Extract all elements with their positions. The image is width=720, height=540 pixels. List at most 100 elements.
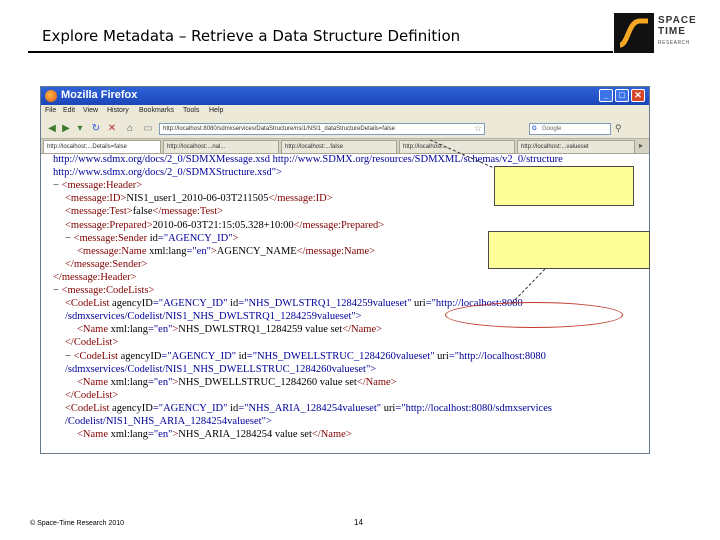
browser-titlebar[interactable]: Mozilla Firefox _ □ ✕	[41, 87, 649, 105]
xml-line: </message:Sender>	[65, 259, 147, 271]
close-button[interactable]: ✕	[631, 89, 645, 102]
xml-token: >	[232, 232, 239, 244]
footer-copyright: © Space-Time Research 2010	[30, 520, 124, 527]
reload-icon[interactable]: ↻	[89, 122, 103, 136]
xml-line: /sdmxservices/Codelist/NIS1_NHS_DWLSTRQ1…	[65, 311, 362, 323]
xml-token: http://www.sdmx.org/docs/2_0/SDMXStructu…	[53, 167, 282, 179]
xml-token: ="AGENCY_ID"	[157, 232, 233, 244]
xml-line: </CodeList>	[65, 390, 118, 402]
xml-token: <Name	[77, 429, 111, 441]
xml-token: </Name>	[311, 429, 352, 441]
logo-mark-icon	[614, 13, 654, 53]
xml-token: <CodeList	[65, 298, 113, 310]
xml-token: <message:Test>	[65, 206, 133, 218]
search-icon[interactable]: ⚲	[615, 123, 622, 134]
xml-line: <message:Test>false</message:Test>	[65, 206, 223, 218]
xml-token: xml:lang	[110, 429, 148, 441]
menu-history[interactable]: History	[107, 107, 129, 114]
xml-line: − <CodeList agencyID="AGENCY_ID" id="NHS…	[65, 351, 546, 363]
xml-token: NHS_DWLSTRQ1_1284259 value set	[178, 324, 343, 336]
xml-token: ="http://localhost:8080/sdmxservices	[395, 402, 552, 414]
callout-box-1	[494, 166, 634, 206]
maximize-button[interactable]: □	[615, 89, 629, 102]
xml-token: /sdmxservices/Codelist/NIS1_NHS_DWELLSTR…	[65, 363, 377, 375]
xml-token: </message:Test>	[152, 206, 224, 218]
highlight-oval	[445, 302, 623, 328]
bookmark-star-icon[interactable]: ☆	[474, 123, 482, 134]
xml-token: ="AGENCY_ID"	[161, 350, 239, 362]
xml-token: id	[230, 402, 239, 414]
tab-list-icon[interactable]: ▸	[639, 141, 643, 150]
page-icon: ▭	[143, 123, 153, 134]
forward-icon[interactable]: ▶	[59, 122, 73, 136]
slide-title: Explore Metadata – Retrieve a Data Struc…	[42, 27, 461, 45]
back-icon[interactable]: ◀	[45, 122, 59, 136]
xml-token: <CodeList	[73, 350, 121, 362]
window-title: Mozilla Firefox	[61, 89, 138, 101]
xml-line: − <message:CodeLists>	[53, 285, 154, 297]
xml-token: −	[65, 350, 74, 362]
xml-token: </CodeList>	[65, 389, 119, 401]
menu-help[interactable]: Help	[209, 107, 223, 114]
xml-token: xml:lang	[110, 324, 148, 336]
tab-4[interactable]: http://localhost:...	[399, 140, 515, 153]
xml-token: ="NHS_DWLSTRQ1_1284259valueset"	[238, 298, 415, 310]
xml-line: <Name xml:lang="en">NHS_DWELLSTRUC_12842…	[77, 377, 397, 389]
logo-line-time: TIME	[658, 26, 686, 37]
xml-token: </CodeList>	[65, 337, 119, 349]
menu-tools[interactable]: Tools	[183, 107, 199, 114]
google-icon: G	[532, 126, 537, 132]
menu-bookmarks[interactable]: Bookmarks	[139, 107, 174, 114]
xml-token: NIS1_user1_2010-06-03T211505	[126, 193, 269, 205]
xml-line: <CodeList agencyID="AGENCY_ID" id="NHS_A…	[65, 403, 552, 415]
xml-token: ="AGENCY_ID"	[152, 298, 231, 310]
xml-token: </message:Prepared>	[293, 219, 385, 231]
xml-token: <Name	[77, 324, 111, 336]
xml-token: </message:Sender>	[65, 258, 148, 270]
menu-view[interactable]: View	[83, 107, 98, 114]
xml-token: 2010-06-03T21:15:05.328+10:00	[152, 219, 294, 231]
xml-line: <Name xml:lang="en">NHS_ARIA_1284254 val…	[77, 429, 352, 441]
tab-5[interactable]: http://localhost:...valueset	[517, 140, 635, 153]
xml-token: <message:CodeLists>	[61, 285, 155, 296]
tab-1[interactable]: http://localhost:...Details=false	[43, 140, 161, 153]
xml-token: http://www.sdmx.org/docs/2_0/SDMXMessage…	[53, 154, 563, 165]
xml-token: agencyID	[120, 350, 162, 362]
xml-token: </message:Header>	[53, 271, 137, 283]
xml-token: AGENCY_NAME	[216, 245, 297, 257]
address-bar[interactable]: http://localhost:8080/sdmxservices/DataS…	[159, 123, 485, 135]
company-logo: SPACE TIME RESEARCH	[614, 13, 710, 53]
xml-line: <message:Name xml:lang="en">AGENCY_NAME<…	[77, 246, 375, 258]
xml-token: ="NHS_DWELLSTRUC_1284260valueset"	[246, 350, 438, 362]
navigation-toolbar: ◀ ▶ ▾ ↻ ✕ ⌂ ▭ http://localhost:8080/sdmx…	[41, 119, 649, 139]
xml-line: <Name xml:lang="en">NHS_DWLSTRQ1_1284259…	[77, 324, 382, 336]
xml-token: <message:Prepared>	[65, 219, 153, 231]
xml-line: <message:ID>NIS1_user1_2010-06-03T211505…	[65, 193, 333, 205]
xml-token: xml:lang	[149, 245, 187, 257]
home-icon[interactable]: ⌂	[123, 122, 137, 136]
xml-token: </message:ID>	[268, 193, 333, 205]
dropdown-icon[interactable]: ▾	[73, 122, 87, 136]
xml-token: <message:Sender	[73, 232, 150, 244]
xml-token: NHS_DWELLSTRUC_1284260 value set	[178, 376, 357, 388]
xml-token: ="NHS_ARIA_1284254valueset"	[238, 402, 384, 414]
xml-token: agencyID	[112, 402, 153, 414]
xml-token: ="en"	[147, 376, 173, 388]
xml-token: id	[230, 298, 239, 310]
xml-line: − <message:Sender id="AGENCY_ID">	[65, 233, 238, 245]
tab-3[interactable]: http://localhost:...false	[281, 140, 397, 153]
menu-file[interactable]: File	[45, 107, 56, 114]
search-input[interactable]: G Google	[529, 123, 611, 135]
minimize-button[interactable]: _	[599, 89, 613, 102]
xml-token: ="AGENCY_ID"	[152, 402, 231, 414]
xml-line: </message:Header>	[53, 272, 137, 284]
xml-token: uri	[414, 298, 426, 310]
menu-edit[interactable]: Edit	[63, 107, 75, 114]
xml-line: </CodeList>	[65, 337, 118, 349]
xml-token: <message:Header>	[61, 180, 143, 192]
logo-line-research: RESEARCH	[658, 40, 690, 46]
tab-2[interactable]: http://localhost:...nal...	[163, 140, 279, 153]
xml-token: id	[238, 350, 247, 362]
xml-token: /sdmxservices/Codelist/NIS1_NHS_DWLSTRQ1…	[65, 311, 362, 323]
stop-icon[interactable]: ✕	[105, 122, 119, 136]
